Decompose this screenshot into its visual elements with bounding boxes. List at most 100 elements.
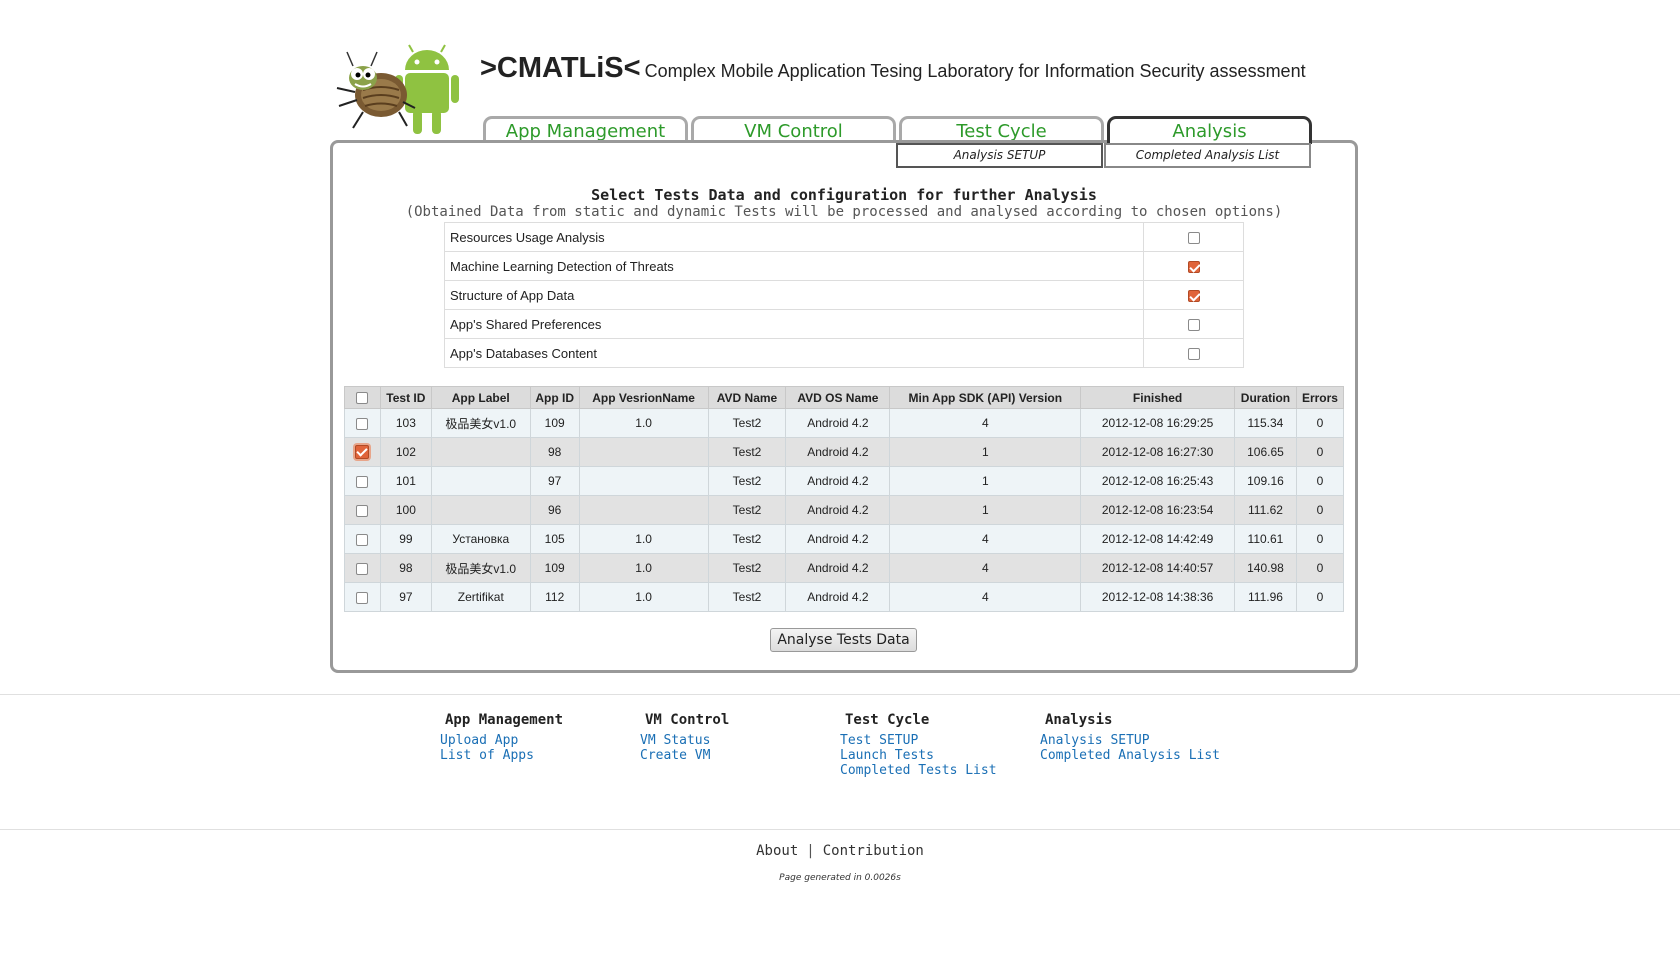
app-id-cell: 96 <box>529 495 580 525</box>
analysis-option-label: Machine Learning Detection of Threats <box>444 251 1144 281</box>
footer-link-list-of-apps[interactable]: List of Apps <box>440 748 563 763</box>
col-duration[interactable]: Duration <box>1233 386 1297 409</box>
duration-cell: 111.62 <box>1233 495 1297 525</box>
test-select-checkbox[interactable] <box>356 475 369 488</box>
footer-link-completed-tests-list[interactable]: Completed Tests List <box>840 763 997 778</box>
analysis-option-label: App's Databases Content <box>444 338 1144 368</box>
col-errors[interactable]: Errors <box>1295 386 1345 409</box>
footer-link-analysis-setup[interactable]: Analysis SETUP <box>1040 733 1220 748</box>
duration-cell: 110.61 <box>1233 524 1297 554</box>
analysis-option-checkbox[interactable] <box>1187 290 1200 303</box>
col-app-id[interactable]: App ID <box>529 386 580 409</box>
analysis-option-checkbox[interactable] <box>1187 348 1200 361</box>
analyse-tests-data-button[interactable]: Analyse Tests Data <box>770 628 917 652</box>
analysis-option-label: Resources Usage Analysis <box>444 222 1144 252</box>
analysis-option-checkbox[interactable] <box>1187 232 1200 245</box>
select-all-header <box>344 386 381 409</box>
footer-col-title: Test Cycle <box>845 712 930 728</box>
col-avd-name[interactable]: AVD Name <box>707 386 787 409</box>
footer-col-title: App Management <box>445 712 564 728</box>
app-version-cell <box>578 495 709 525</box>
app-label-cell: Установка <box>430 524 531 554</box>
footer-link-completed-analysis-list[interactable]: Completed Analysis List <box>1040 748 1220 763</box>
avd-name-cell: Test2 <box>707 466 787 496</box>
col-app-label[interactable]: App Label <box>430 386 531 409</box>
duration-cell: 106.65 <box>1233 437 1297 467</box>
app-id-cell: 105 <box>529 524 580 554</box>
test-select-cell <box>344 553 381 583</box>
tests-table: Test ID App Label App ID App VesrionName… <box>344 386 1345 612</box>
avd-os-cell: Android 4.2 <box>785 437 891 467</box>
test-row[interactable]: 99 Установка 105 1.0 Test2 Android 4.2 4 2012-1… <box>344 524 1345 554</box>
col-min-sdk[interactable]: Min App SDK (API) Version <box>889 386 1082 409</box>
test-row[interactable]: 102 98 Test2 Android 4.2 1 2012-12-08 16:27:3… <box>344 437 1345 467</box>
footer-col-title: VM Control <box>645 712 730 728</box>
min-sdk-cell: 1 <box>889 466 1082 496</box>
min-sdk-cell: 4 <box>889 408 1082 438</box>
app-label-cell <box>430 466 531 496</box>
test-select-cell <box>344 582 381 612</box>
select-all-checkbox[interactable] <box>356 392 369 405</box>
finished-cell: 2012-12-08 14:40:57 <box>1080 553 1235 583</box>
col-finished[interactable]: Finished <box>1080 386 1235 409</box>
min-sdk-cell: 1 <box>889 495 1082 525</box>
app-label-cell: 极品美女v1.0 <box>430 553 531 583</box>
app-version-cell: 1.0 <box>578 553 709 583</box>
finished-cell: 2012-12-08 14:38:36 <box>1080 582 1235 612</box>
avd-os-cell: Android 4.2 <box>785 582 891 612</box>
page-generated-note: Page generated in 0.0026s <box>779 873 901 883</box>
test-row[interactable]: 97 Zertifikat 112 1.0 Test2 Android 4.2 4 2012-… <box>344 582 1345 612</box>
test-select-checkbox[interactable] <box>356 562 369 575</box>
avd-os-cell: Android 4.2 <box>785 495 891 525</box>
site-tagline: Complex Mobile Application Tesing Labora… <box>644 61 1306 81</box>
app-label-cell: Zertifikat <box>430 582 531 612</box>
app-id-cell: 112 <box>529 582 580 612</box>
col-app-version-name[interactable]: App VesrionName <box>578 386 709 409</box>
col-test-id[interactable]: Test ID <box>379 386 432 409</box>
subtab-analysis-setup[interactable]: Analysis SETUP <box>896 143 1103 168</box>
analysis-option-checkbox-cell <box>1143 222 1244 252</box>
footer-link-create-vm[interactable]: Create VM <box>640 748 729 763</box>
footer-link-launch-tests[interactable]: Launch Tests <box>840 748 997 763</box>
test-id-cell: 101 <box>379 466 432 496</box>
test-row[interactable]: 103 极品美女v1.0 109 1.0 Test2 Android 4.2 4 2012-1… <box>344 408 1345 438</box>
finished-cell: 2012-12-08 16:29:25 <box>1080 408 1235 438</box>
test-row[interactable]: 100 96 Test2 Android 4.2 1 2012-12-08 16:23:5… <box>344 495 1345 525</box>
contribution-link[interactable]: Contribution <box>823 843 924 859</box>
finished-cell: 2012-12-08 16:23:54 <box>1080 495 1235 525</box>
analysis-option-row: App's Shared Preferences <box>444 309 1244 339</box>
test-select-checkbox[interactable] <box>356 533 369 546</box>
footer-link-upload-app[interactable]: Upload App <box>440 733 563 748</box>
analysis-option-checkbox[interactable] <box>1187 261 1200 274</box>
test-select-checkbox[interactable] <box>356 504 369 517</box>
avd-os-cell: Android 4.2 <box>785 466 891 496</box>
test-select-checkbox[interactable] <box>356 591 369 604</box>
col-avd-os-name[interactable]: AVD OS Name <box>785 386 891 409</box>
analysis-option-label: App's Shared Preferences <box>444 309 1144 339</box>
test-select-checkbox[interactable] <box>355 445 370 460</box>
test-select-cell <box>344 408 381 438</box>
test-select-cell <box>344 495 381 525</box>
analysis-option-checkbox-cell <box>1143 309 1244 339</box>
test-select-checkbox[interactable] <box>356 417 369 430</box>
analysis-option-row: Structure of App Data <box>444 280 1244 310</box>
analysis-option-checkbox[interactable] <box>1187 319 1200 332</box>
tab-analysis[interactable]: Analysis <box>1107 116 1312 144</box>
test-row[interactable]: 98 极品美女v1.0 109 1.0 Test2 Android 4.2 4 2012-12… <box>344 553 1345 583</box>
analysis-option-row: App's Databases Content <box>444 338 1244 368</box>
avd-name-cell: Test2 <box>707 437 787 467</box>
footer-link-test-setup[interactable]: Test SETUP <box>840 733 997 748</box>
footer-link-vm-status[interactable]: VM Status <box>640 733 729 748</box>
app-label-cell <box>430 437 531 467</box>
about-link[interactable]: About <box>756 843 798 859</box>
test-id-cell: 97 <box>379 582 432 612</box>
errors-cell: 0 <box>1295 582 1345 612</box>
avd-os-cell: Android 4.2 <box>785 408 891 438</box>
app-id-cell: 98 <box>529 437 580 467</box>
duration-cell: 109.16 <box>1233 466 1297 496</box>
test-row[interactable]: 101 97 Test2 Android 4.2 1 2012-12-08 16:25:4… <box>344 466 1345 496</box>
footer-col-vm-control: VM Control VM Status Create VM <box>640 712 729 763</box>
subtab-completed-analysis-list[interactable]: Completed Analysis List <box>1104 143 1311 168</box>
app-id-cell: 97 <box>529 466 580 496</box>
footer-col-test-cycle: Test Cycle Test SETUP Launch Tests Compl… <box>840 712 997 778</box>
